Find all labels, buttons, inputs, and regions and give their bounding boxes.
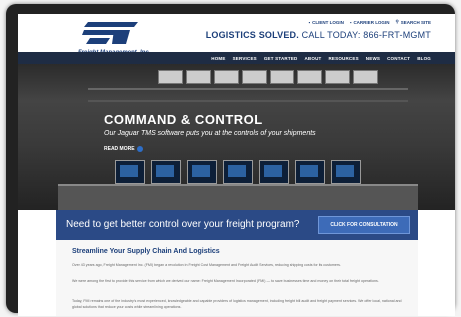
client-login-link[interactable]: ▪ CLIENT LOGIN [308,19,343,25]
search-icon: ⚲ [395,19,399,24]
main-content: Streamline Your Supply Chain And Logisti… [56,240,418,316]
browser-screen: Freight Management, Inc. ▪CLIENT LOGIN ▪… [18,14,455,316]
cockpit-console [58,184,418,210]
cockpit-panel-lines [88,88,408,102]
cockpit-display [151,160,181,184]
carrier-login-link[interactable]: ▪ CARRIER LOGIN [350,19,390,25]
read-more-link[interactable]: READ MORE [104,146,143,152]
banner-text: Need to get better control over your fre… [66,219,300,230]
lock-icon: ▪ [349,19,352,25]
content-paragraph: Today, FMI remains one of the industry's… [72,299,402,309]
nav-get-started[interactable]: GET STARTED [264,56,298,61]
arrow-right-icon [136,146,143,152]
page-margin-right [418,210,455,316]
page-margin-left [18,210,56,316]
content-heading: Streamline Your Supply Chain And Logisti… [72,248,220,255]
nav-resources[interactable]: RESOURCES [328,56,358,61]
main-nav: HOME SERVICES GET STARTED ABOUT RESOURCE… [18,52,455,64]
consultation-banner: Need to get better control over your fre… [56,210,418,240]
cockpit-windows [158,70,378,84]
cockpit-display [295,160,325,184]
header: Freight Management, Inc. ▪CLIENT LOGIN ▪… [18,14,455,56]
hero-title: COMMAND & CONTROL [104,112,263,127]
tagline: LOGISTICS SOLVED. CALL TODAY: 866-FRT-MG… [205,30,431,40]
cockpit-display [259,160,289,184]
monitor-frame: Freight Management, Inc. ▪CLIENT LOGIN ▪… [6,4,455,316]
content-paragraph: Over 43 years ago, Freight Management In… [72,263,341,267]
content-paragraph: We were among the first to provide this … [72,279,379,283]
nav-news[interactable]: NEWS [366,56,380,61]
nav-blog[interactable]: BLOG [417,56,431,61]
consultation-button[interactable]: CLICK FOR CONSULTATION [318,216,410,234]
hero-banner: COMMAND & CONTROL Our Jaguar TMS softwar… [18,64,455,210]
nav-contact[interactable]: CONTACT [387,56,410,61]
nav-services[interactable]: SERVICES [233,56,257,61]
fmi-logo[interactable] [82,18,142,48]
lock-icon: ▪ [308,19,311,25]
cockpit-display [331,160,361,184]
nav-home[interactable]: HOME [211,56,225,61]
cockpit-display [187,160,217,184]
nav-about[interactable]: ABOUT [304,56,321,61]
cockpit-display [115,160,145,184]
hero-subtitle: Our Jaguar TMS software puts you at the … [104,130,316,137]
search-site-link[interactable]: ⚲ SEARCH SITE [395,19,431,25]
cockpit-display [223,160,253,184]
utility-links: ▪ CLIENT LOGIN ▪ CARRIER LOGIN ⚲ SEARCH SIT… [308,19,431,25]
